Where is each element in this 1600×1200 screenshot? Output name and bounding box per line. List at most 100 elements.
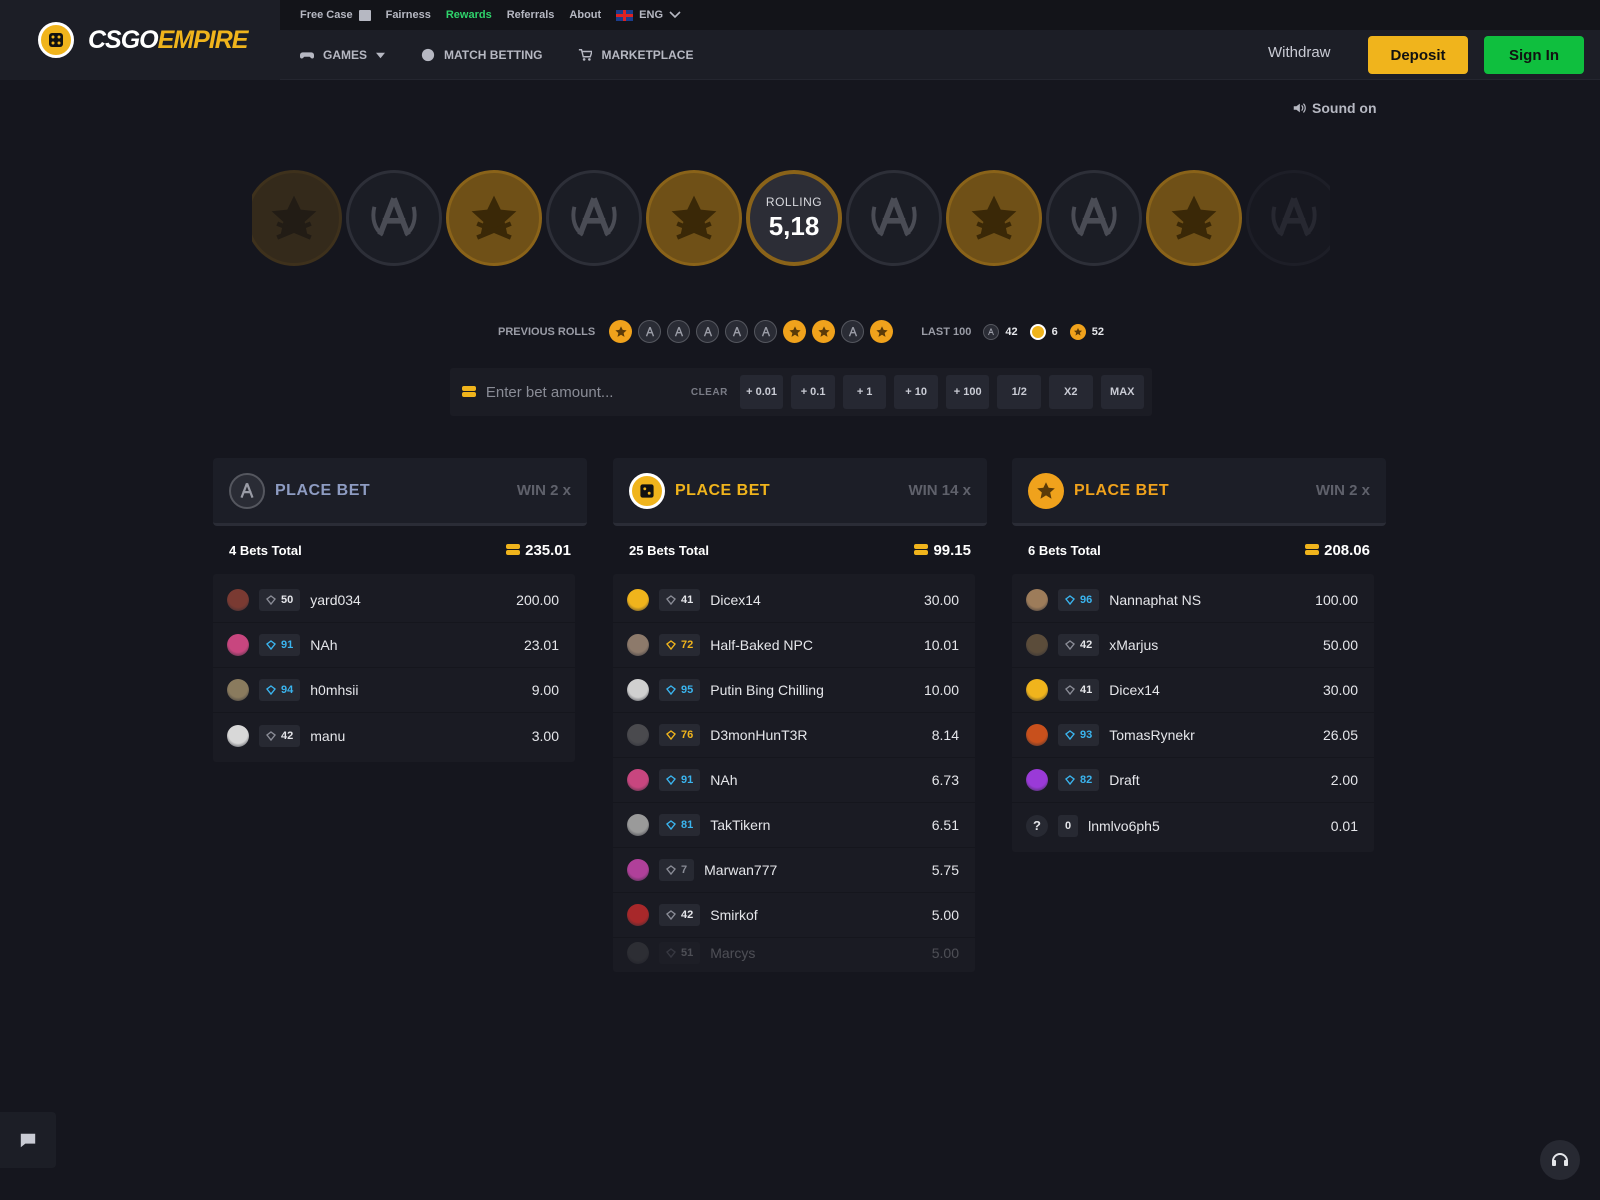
max-button[interactable]: MAX xyxy=(1100,375,1145,409)
username[interactable]: TomasRynekr xyxy=(1109,727,1195,743)
level-gem-icon xyxy=(666,595,676,605)
logo[interactable]: CSGOEMPIRE xyxy=(0,0,280,80)
chevron-down-icon xyxy=(669,11,681,19)
level-badge: 76 xyxy=(659,724,701,746)
previous-roll-ct-icon xyxy=(667,320,691,343)
username[interactable]: Half-Baked NPC xyxy=(710,637,813,653)
nav-marketplace[interactable]: MARKETPLACE xyxy=(578,48,693,62)
t-coin-icon xyxy=(646,170,742,266)
avatar[interactable] xyxy=(627,634,649,656)
place-bet-t-button[interactable]: PLACE BET WIN 2 x xyxy=(1012,458,1386,526)
username[interactable]: Putin Bing Chilling xyxy=(710,682,824,698)
sign-in-button[interactable]: Sign In xyxy=(1484,36,1584,74)
free-case-link[interactable]: Free Case xyxy=(300,9,371,21)
place-bet-bonus-button[interactable]: PLACE BET WIN 14 x xyxy=(613,458,987,526)
quick-add-001[interactable]: + 0.01 xyxy=(739,375,784,409)
bet-row: 42 xMarjus 50.00 xyxy=(1012,623,1374,668)
avatar[interactable] xyxy=(1026,679,1048,701)
username[interactable]: h0mhsii xyxy=(310,682,358,698)
rolling-value: 5,18 xyxy=(768,210,820,241)
place-bet-label: PLACE BET xyxy=(675,481,771,499)
rewards-link[interactable]: Rewards xyxy=(446,9,492,21)
bet-row: 81 TakTikern 6.51 xyxy=(613,803,975,848)
avatar[interactable] xyxy=(627,589,649,611)
level-gem-icon xyxy=(1065,730,1075,740)
quick-add-1[interactable]: + 1 xyxy=(842,375,887,409)
level-badge: 93 xyxy=(1058,724,1100,746)
quick-add-01[interactable]: + 0.1 xyxy=(791,375,835,409)
sound-toggle[interactable]: Sound on xyxy=(1292,100,1377,116)
avatar[interactable] xyxy=(1026,769,1048,791)
username[interactable]: Marcys xyxy=(710,945,755,961)
bet-amount: 8.14 xyxy=(931,727,959,743)
clear-button[interactable]: CLEAR xyxy=(691,387,728,398)
dice-logo-icon xyxy=(38,22,74,58)
place-bet-label: PLACE BET xyxy=(1074,481,1170,499)
username[interactable]: Smirkof xyxy=(710,907,757,923)
place-bet-label: PLACE BET xyxy=(275,481,371,499)
avatar[interactable] xyxy=(627,942,649,964)
bonus-bet-column: PLACE BET WIN 14 x 25 Bets Total 99.15 4… xyxy=(613,458,987,972)
level-gem-icon xyxy=(666,640,676,650)
username[interactable]: Nannaphat NS xyxy=(1109,592,1201,608)
support-button[interactable] xyxy=(1540,1140,1580,1180)
quick-add-100[interactable]: + 100 xyxy=(945,375,990,409)
bet-amount: 200.00 xyxy=(516,592,559,608)
bet-row: 93 TomasRynekr 26.05 xyxy=(1012,713,1374,758)
level-gem-icon xyxy=(1065,685,1075,695)
username[interactable]: lnmlvo6ph5 xyxy=(1088,818,1160,834)
username[interactable]: NAh xyxy=(710,772,737,788)
about-link[interactable]: About xyxy=(569,9,601,21)
username[interactable]: Marwan777 xyxy=(704,862,777,878)
chat-button[interactable] xyxy=(0,1112,56,1168)
avatar[interactable] xyxy=(1026,724,1048,746)
quick-add-10[interactable]: + 10 xyxy=(894,375,938,409)
avatar[interactable] xyxy=(627,679,649,701)
avatar[interactable] xyxy=(627,859,649,881)
nav-games[interactable]: GAMES xyxy=(300,48,386,62)
avatar[interactable] xyxy=(227,634,249,656)
bonus-count: 6 xyxy=(1051,325,1058,338)
nav-match-betting[interactable]: MATCH BETTING xyxy=(421,48,542,62)
username[interactable]: manu xyxy=(310,728,345,744)
avatar[interactable] xyxy=(627,724,649,746)
avatar[interactable] xyxy=(1026,589,1048,611)
avatar[interactable] xyxy=(1026,634,1048,656)
bet-amount-input[interactable] xyxy=(485,383,685,401)
referrals-link[interactable]: Referrals xyxy=(507,9,555,21)
level-badge: 72 xyxy=(659,634,701,656)
avatar[interactable] xyxy=(627,814,649,836)
avatar[interactable] xyxy=(627,769,649,791)
bet-row: 95 Putin Bing Chilling 10.00 xyxy=(613,668,975,713)
avatar[interactable] xyxy=(227,679,249,701)
withdraw-link[interactable]: Withdraw xyxy=(1268,44,1331,61)
language-selector[interactable]: ENG xyxy=(616,9,681,21)
deposit-button[interactable]: Deposit xyxy=(1368,36,1468,74)
username[interactable]: Dicex14 xyxy=(710,592,761,608)
avatar[interactable] xyxy=(627,904,649,926)
previous-rolls-list xyxy=(609,320,894,343)
username[interactable]: NAh xyxy=(310,637,337,653)
username[interactable]: Dicex14 xyxy=(1109,682,1160,698)
gift-icon xyxy=(358,9,371,21)
username[interactable]: Draft xyxy=(1109,772,1139,788)
chat-icon xyxy=(20,1133,36,1148)
double-button[interactable]: X2 xyxy=(1048,375,1093,409)
bet-row: 41 Dicex14 30.00 xyxy=(1012,668,1374,713)
roll-strip: ROLLING 5,18 xyxy=(252,168,1330,272)
username[interactable]: xMarjus xyxy=(1109,637,1158,653)
username[interactable]: yard034 xyxy=(310,592,361,608)
fairness-link[interactable]: Fairness xyxy=(386,9,431,21)
avatar[interactable]: ? xyxy=(1026,814,1048,837)
username[interactable]: TakTikern xyxy=(710,817,770,833)
level-badge: 82 xyxy=(1058,769,1100,791)
level-gem-icon xyxy=(666,775,676,785)
bet-input-bar: CLEAR + 0.01 + 0.1 + 1 + 10 + 100 1/2 X2… xyxy=(450,368,1152,416)
avatar[interactable] xyxy=(227,589,249,611)
place-bet-ct-button[interactable]: PLACE BET WIN 2 x xyxy=(213,458,587,526)
half-button[interactable]: 1/2 xyxy=(997,375,1041,409)
username[interactable]: D3monHunT3R xyxy=(710,727,807,743)
level-badge: 91 xyxy=(659,769,701,791)
bet-row: 82 Draft 2.00 xyxy=(1012,758,1374,803)
avatar[interactable] xyxy=(227,724,249,747)
